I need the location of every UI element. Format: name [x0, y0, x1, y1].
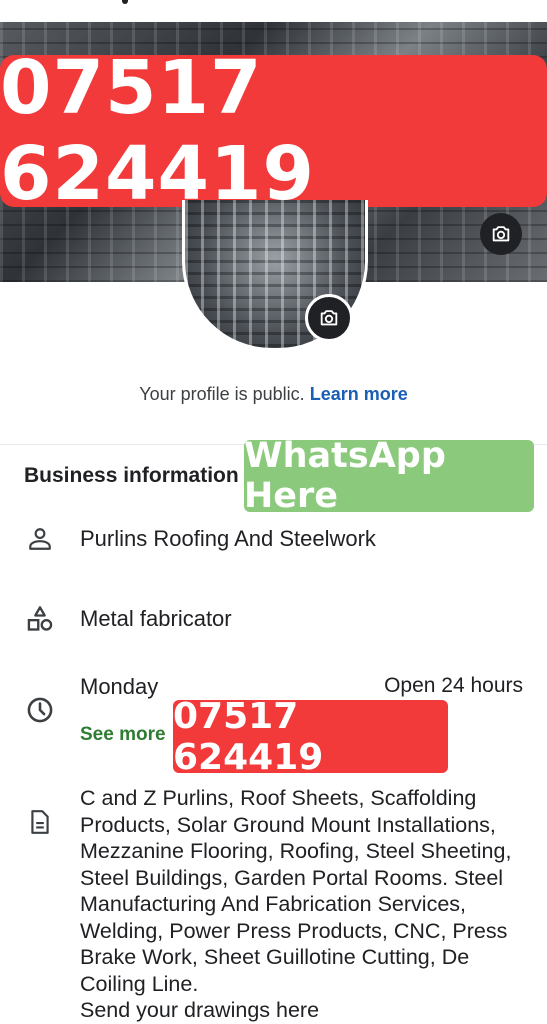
person-icon: [24, 523, 56, 555]
profile-visibility-line: Your profile is public. Learn more: [0, 384, 547, 405]
phone-banner-top-text: 07517 624419: [0, 45, 315, 217]
hours-value[interactable]: Open 24 hours: [384, 674, 523, 698]
business-name[interactable]: Purlins Roofing And Steelwork: [80, 526, 376, 552]
section-title: Business information: [24, 464, 239, 487]
business-description[interactable]: C and Z Purlins, Roof Sheets, Scaffoldin…: [80, 785, 540, 1024]
profile-public-text: Your profile is public.: [139, 384, 305, 404]
hours-day[interactable]: Monday: [80, 674, 158, 700]
cover-camera-button[interactable]: [480, 213, 522, 255]
learn-more-link[interactable]: Learn more: [310, 384, 408, 404]
shapes-icon: [24, 603, 56, 635]
phone-banner-top: 07517 624419: [0, 45, 547, 217]
document-icon: [24, 806, 56, 838]
whatsapp-button[interactable]: WhatsApp Here: [244, 436, 534, 516]
camera-icon: [492, 226, 510, 242]
camera-icon: [320, 310, 338, 326]
whatsapp-button-label: WhatsApp Here: [244, 436, 446, 516]
avatar-camera-button[interactable]: [305, 294, 353, 342]
clock-icon: [24, 694, 56, 726]
business-category[interactable]: Metal fabricator: [80, 606, 232, 632]
phone-banner-overlay: 07517 624419: [173, 696, 448, 778]
see-more-link[interactable]: See more: [80, 724, 166, 746]
status-bar: [0, 0, 547, 22]
phone-banner-overlay-text: 07517 624419: [173, 695, 324, 778]
